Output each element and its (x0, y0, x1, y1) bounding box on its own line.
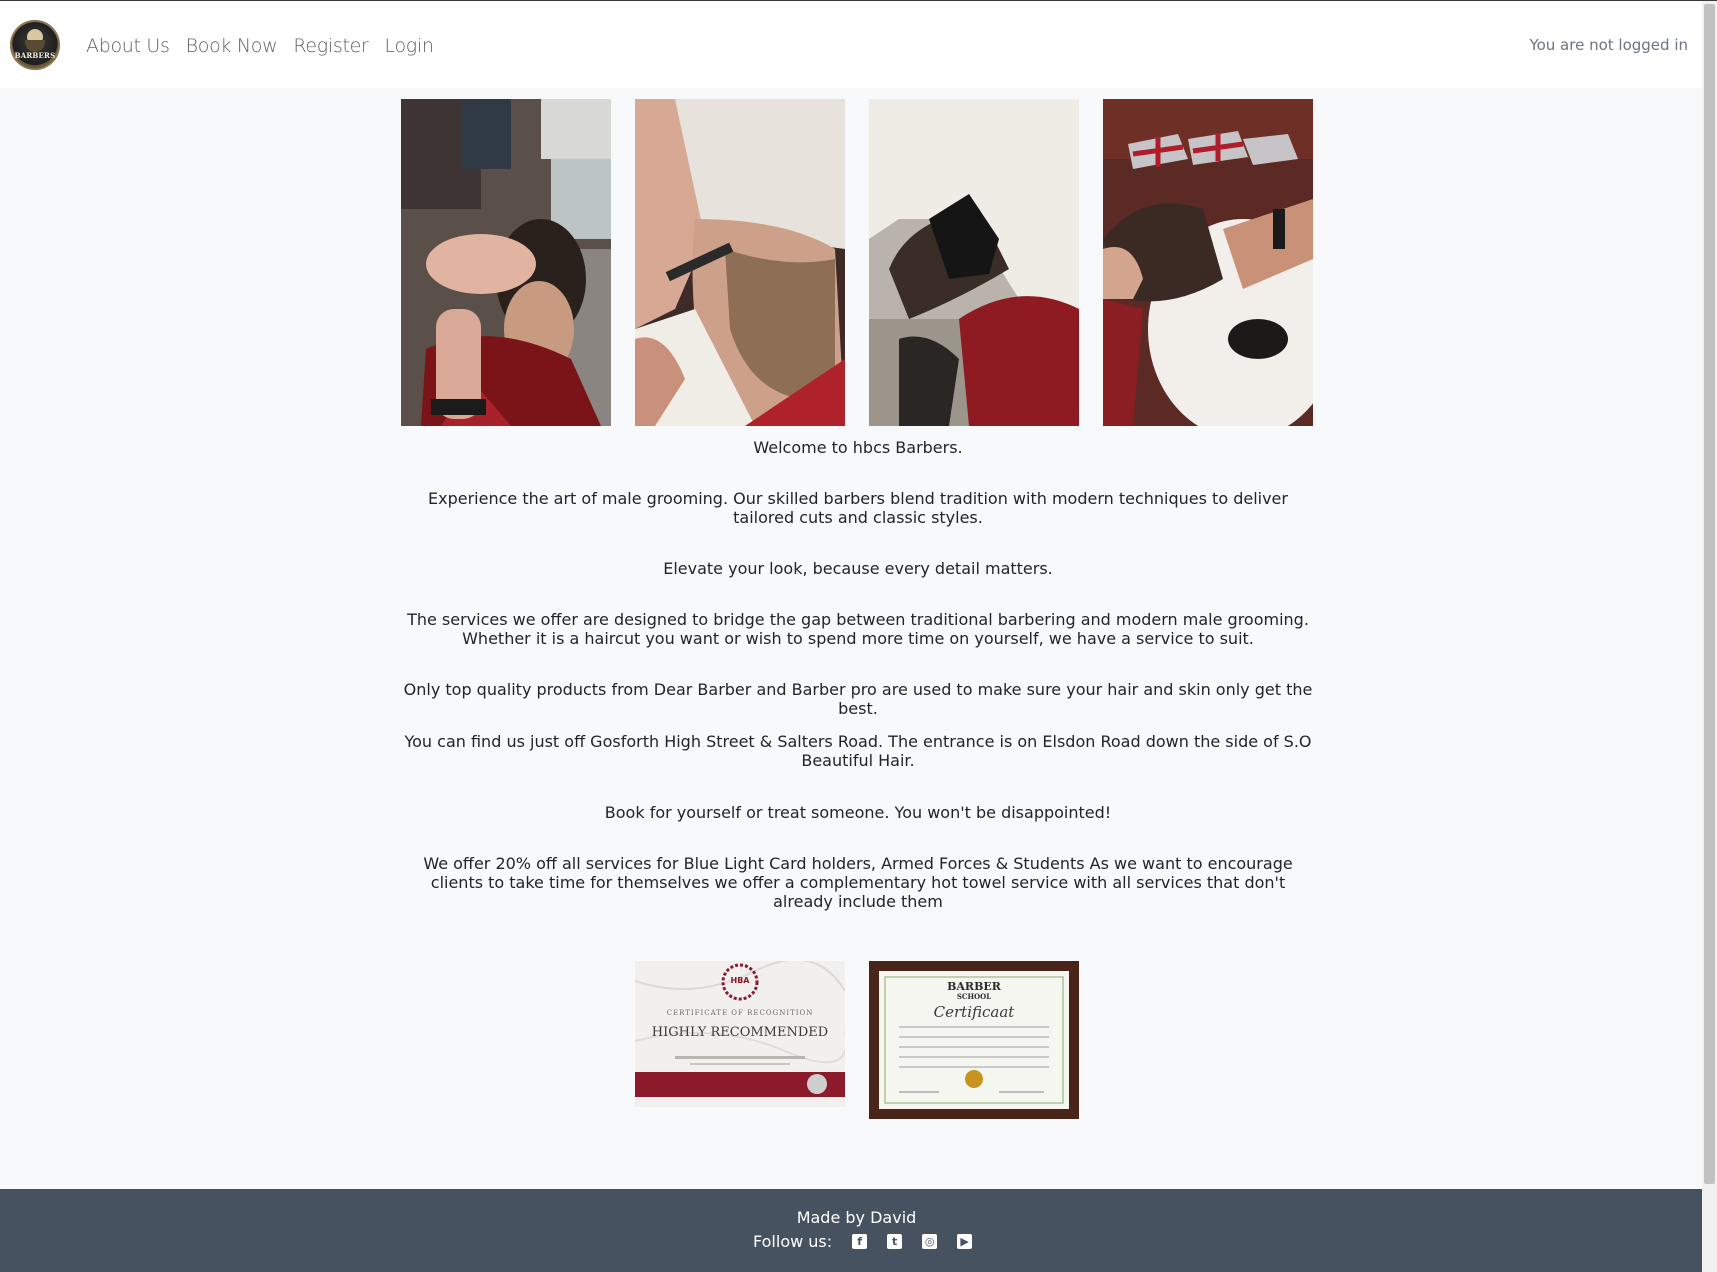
footer-social: Follow us: f t ◎ ▶ (753, 1232, 973, 1251)
barber-school-certificate: BARBER SCHOOL Certificaat (869, 961, 1079, 1119)
twitter-icon[interactable]: t (887, 1234, 903, 1249)
youtube-icon[interactable]: ▶ (957, 1234, 973, 1249)
barber-school-brand: BARBER SCHOOL (947, 980, 1001, 1001)
face-mask-photo-graphic (869, 99, 1079, 426)
intro-paragraph: Experience the art of male grooming. Our… (428, 489, 1288, 527)
haircut-photo (401, 99, 611, 426)
hot-towel-shave-photo (635, 99, 845, 426)
nav-link-register[interactable]: Register (293, 35, 368, 57)
instagram-icon[interactable]: ◎ (922, 1234, 938, 1249)
navbar: BARBERS About Us Book Now Register Login… (0, 1, 1717, 88)
nav-link-book-now[interactable]: Book Now (186, 35, 278, 57)
recognition-title: HIGHLY RECOMMENDED (651, 1025, 829, 1040)
haircut-photo-graphic (401, 99, 611, 426)
login-status: You are not logged in (1529, 36, 1688, 54)
recognition-certificate: HBA CERTIFICATE OF RECOGNITION HIGHLY RE… (635, 961, 845, 1107)
logo-text: BARBERS (14, 51, 56, 60)
hba-logo-text: HBA (730, 976, 750, 985)
footer-credit: Made by David (796, 1208, 917, 1227)
nav-link-about-us[interactable]: About Us (86, 35, 170, 57)
scrollbar-thumb[interactable] (1704, 4, 1715, 1184)
facebook-icon[interactable]: f (852, 1234, 868, 1249)
face-mask-photo (869, 99, 1079, 426)
discount-paragraph: We offer 20% off all services for Blue L… (423, 854, 1293, 911)
hair-wash-photo (1103, 99, 1313, 426)
products-paragraph: Only top quality products from Dear Barb… (403, 680, 1313, 718)
nav-links: About Us Book Now Register Login (86, 35, 450, 57)
follow-label: Follow us: (753, 1232, 833, 1251)
school-certificate-title: Certificaat (933, 1003, 1015, 1021)
location-paragraph: You can find us just off Gosforth High S… (404, 732, 1312, 770)
services-paragraph: The services we offer are designed to br… (407, 610, 1309, 648)
welcome-text: Welcome to hbcs Barbers. (753, 438, 963, 457)
nav-link-login[interactable]: Login (385, 35, 434, 57)
recognition-heading: CERTIFICATE OF RECOGNITION (666, 1009, 814, 1017)
scrollbar-track[interactable] (1702, 1, 1717, 1272)
footer: Made by David Follow us: f t ◎ ▶ (0, 1189, 1702, 1272)
brand-logo[interactable]: BARBERS (10, 20, 60, 70)
hair-wash-photo-graphic (1103, 99, 1313, 426)
tagline-paragraph: Elevate your look, because every detail … (663, 559, 1053, 578)
hot-towel-shave-photo-graphic (635, 99, 845, 426)
booking-paragraph: Book for yourself or treat someone. You … (604, 803, 1112, 822)
